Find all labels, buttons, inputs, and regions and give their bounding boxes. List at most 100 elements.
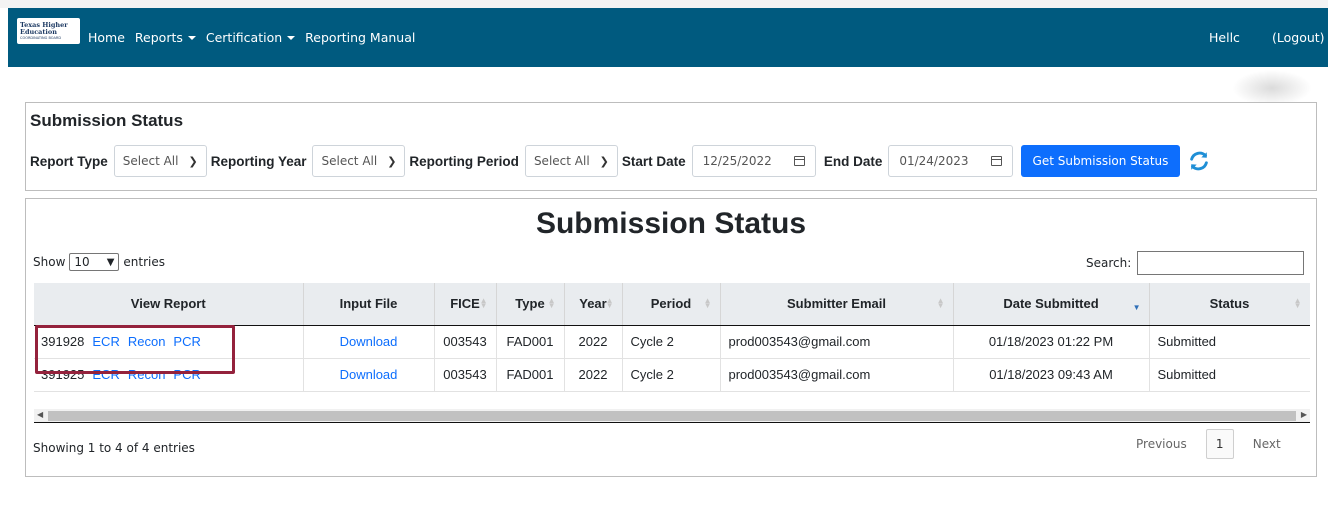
col-submitter-email[interactable]: Submitter Email ▲ ▼	[720, 283, 954, 326]
reporting-year-label: Reporting Year	[210, 153, 307, 169]
reporting-year-select[interactable]: Select All ❯	[312, 145, 406, 177]
chevron-down-icon: ❯	[387, 154, 397, 168]
scroll-left-icon[interactable]: ◀	[37, 410, 43, 419]
cell-email: prod003543@gmail.com	[720, 325, 954, 359]
ecr-link[interactable]: ECR	[92, 367, 119, 382]
next-page-button[interactable]: Next	[1253, 437, 1281, 451]
cell-period: Cycle 2	[622, 325, 721, 359]
calendar-icon[interactable]	[990, 156, 1002, 166]
report-type-select[interactable]: Select All ❯	[113, 145, 207, 177]
ecr-link[interactable]: ECR	[92, 334, 119, 349]
page-1-button[interactable]: 1	[1205, 429, 1234, 459]
download-link[interactable]: Download	[340, 367, 398, 382]
cell-input-file: Download	[303, 358, 435, 392]
filter-row: Report Type Select All ❯ Reporting Year S…	[30, 145, 1212, 177]
sort-icon: ▲ ▼	[703, 296, 712, 310]
report-id: 391925	[41, 367, 85, 382]
cell-status: Submitted	[1149, 325, 1310, 359]
search-input[interactable]	[1137, 251, 1305, 275]
table-search: Search:	[1086, 251, 1305, 275]
pcr-link[interactable]: PCR	[173, 367, 200, 382]
top-navbar: Texas Higher Education COORDINATING BOAR…	[8, 8, 1328, 67]
report-type-label: Report Type	[30, 153, 108, 169]
logout-link[interactable]: (Logout)	[1272, 30, 1325, 45]
cell-date: 01/18/2023 01:22 PM	[953, 325, 1150, 359]
cell-period: Cycle 2	[622, 358, 721, 392]
results-table: View Report Input File FICE ▲ ▼ Type ▲ ▼ Yea…	[34, 283, 1310, 392]
entries-length-control: Show 10 ▼ entries	[33, 253, 165, 271]
col-fice[interactable]: FICE ▲ ▼	[434, 283, 497, 326]
calendar-icon[interactable]	[793, 156, 805, 166]
top-gap	[0, 0, 1328, 8]
table-header-row: View Report Input File FICE ▲ ▼ Type ▲ ▼ Yea…	[34, 283, 1310, 326]
page: Texas Higher Education COORDINATING BOAR…	[0, 0, 1328, 516]
recon-link[interactable]: Recon	[128, 367, 166, 382]
cell-year: 2022	[564, 325, 623, 359]
start-date-label: Start Date	[621, 153, 686, 169]
entries-select[interactable]: 10 ▼	[69, 253, 120, 271]
cell-view-report: 391928 ECR Recon PCR	[34, 325, 304, 359]
scroll-right-icon[interactable]: ▶	[1301, 410, 1307, 419]
sort-icon: ▲ ▼	[605, 296, 614, 310]
results-title: Submission Status	[535, 207, 807, 240]
sort-icon: ▲ ▼	[936, 296, 945, 310]
col-year[interactable]: Year ▲ ▼	[564, 283, 623, 326]
report-id: 391928	[41, 334, 85, 349]
col-status[interactable]: Status ▲ ▼	[1149, 283, 1310, 326]
thecb-logo[interactable]: Texas Higher Education COORDINATING BOAR…	[17, 18, 80, 44]
col-input-file[interactable]: Input File	[303, 283, 435, 326]
sort-icon: ▲ ▼	[547, 296, 556, 310]
nav-links: Home Reports Certification Reporting Man…	[88, 8, 425, 67]
get-submission-status-button[interactable]: Get Submission Status	[1020, 145, 1181, 177]
end-date-input[interactable]: 01/24/2023	[888, 145, 1013, 177]
filter-panel-title: Submission Status	[30, 111, 184, 130]
download-link[interactable]: Download	[340, 334, 398, 349]
chevron-down-icon: ❯	[599, 154, 609, 168]
previous-page-button[interactable]: Previous	[1136, 437, 1187, 451]
results-panel: Submission Status Show 10 ▼ entries Searc…	[25, 198, 1317, 477]
pcr-link[interactable]: PCR	[173, 334, 200, 349]
user-greeting: Hellc	[1209, 30, 1240, 45]
col-date-submitted[interactable]: Date Submitted ▼	[953, 283, 1150, 326]
nav-reports-dropdown[interactable]: Reports	[135, 30, 196, 45]
cell-type: FAD001	[496, 358, 565, 392]
caret-down-icon	[287, 35, 296, 40]
shadow-artifact	[1232, 70, 1312, 106]
cell-fice: 003543	[434, 325, 497, 359]
horizontal-scrollbar[interactable]: ◀ ▶	[34, 409, 1310, 423]
reporting-period-label: Reporting Period	[409, 153, 519, 169]
nav-home[interactable]: Home	[88, 30, 125, 45]
col-view-report[interactable]: View Report	[34, 283, 304, 326]
cell-fice: 003543	[434, 358, 497, 392]
sort-icon: ▲ ▼	[1293, 296, 1302, 310]
refresh-icon[interactable]	[1186, 148, 1212, 174]
cell-date: 01/18/2023 09:43 AM	[953, 358, 1150, 392]
recon-link[interactable]: Recon	[128, 334, 166, 349]
sort-icon: ▲ ▼	[479, 296, 488, 310]
cell-year: 2022	[564, 358, 623, 392]
pagination: Previous 1 Next	[1136, 429, 1281, 459]
end-date-label: End Date	[823, 153, 883, 169]
chevron-down-icon: ▼	[106, 256, 115, 268]
table-row: 391928 ECR Recon PCR Download 003543 FAD001…	[34, 325, 1310, 359]
nav-reporting-manual[interactable]: Reporting Manual	[305, 30, 415, 45]
cell-type: FAD001	[496, 325, 565, 359]
col-type[interactable]: Type ▲ ▼	[496, 283, 565, 326]
chevron-down-icon: ❯	[188, 154, 198, 168]
results-table-wrapper: View Report Input File FICE ▲ ▼ Type ▲ ▼ Yea…	[34, 283, 1310, 414]
caret-down-icon	[187, 35, 196, 40]
cell-input-file: Download	[303, 325, 435, 359]
search-label: Search:	[1086, 256, 1132, 270]
cell-status: Submitted	[1149, 358, 1310, 392]
table-info: Showing 1 to 4 of 4 entries	[33, 441, 195, 455]
cell-view-report: 391925 ECR Recon PCR	[34, 358, 304, 392]
cell-email: prod003543@gmail.com	[720, 358, 954, 392]
scrollbar-thumb[interactable]	[48, 411, 1296, 421]
start-date-input[interactable]: 12/25/2022	[691, 145, 816, 177]
filter-panel: Submission Status Report Type Select All…	[25, 102, 1317, 191]
col-period[interactable]: Period ▲ ▼	[622, 283, 721, 326]
nav-certification-dropdown[interactable]: Certification	[206, 30, 296, 45]
reporting-period-select[interactable]: Select All ❯	[524, 145, 618, 177]
sort-desc-icon: ▼	[1132, 303, 1141, 312]
table-row: 391925 ECR Recon PCR Download 003543 FAD001…	[34, 358, 1310, 392]
